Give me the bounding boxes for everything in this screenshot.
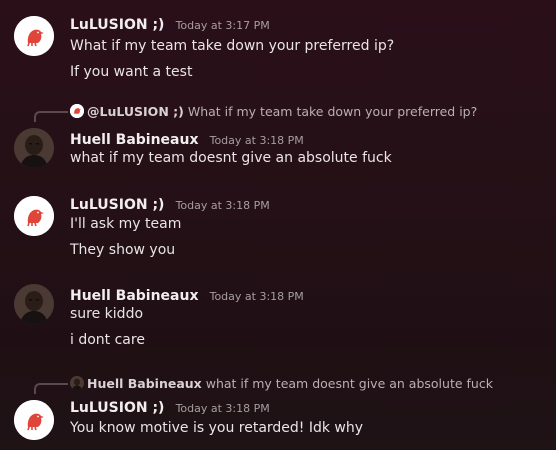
author-name[interactable]: LuLUSION ;) bbox=[70, 17, 164, 33]
message-text: I'll ask my team bbox=[70, 216, 182, 232]
huell-avatar-icon[interactable] bbox=[14, 284, 54, 324]
message-text: i dont care bbox=[70, 332, 145, 348]
reply-preview[interactable]: @LuLUSION ;) What if my team take down y… bbox=[70, 104, 477, 119]
message-text: If you want a test bbox=[70, 64, 193, 80]
timestamp[interactable]: Today at 3:17 PM bbox=[176, 19, 270, 32]
timestamp[interactable]: Today at 3:18 PM bbox=[176, 402, 270, 415]
lulusion-mini-avatar-icon bbox=[70, 104, 84, 118]
lulusion-avatar-icon[interactable] bbox=[14, 400, 54, 440]
reply-author: Huell Babineaux bbox=[87, 376, 202, 391]
huell-mini-avatar-icon bbox=[70, 376, 84, 390]
lulusion-avatar-icon[interactable] bbox=[14, 16, 54, 56]
author-name[interactable]: LuLUSION ;) bbox=[70, 197, 164, 213]
huell-avatar-icon[interactable] bbox=[14, 128, 54, 168]
timestamp[interactable]: Today at 3:18 PM bbox=[176, 199, 270, 212]
reply-spine bbox=[34, 111, 68, 122]
reply-preview[interactable]: Huell Babineaux what if my team doesnt g… bbox=[70, 376, 493, 391]
message-text: sure kiddo bbox=[70, 306, 144, 322]
author-name[interactable]: LuLUSION ;) bbox=[70, 400, 164, 416]
timestamp[interactable]: Today at 3:18 PM bbox=[210, 134, 304, 147]
reply-author: @LuLUSION ;) bbox=[87, 104, 184, 119]
reply-text: what if my team doesnt give an absolute … bbox=[205, 376, 493, 391]
message-text: They show you bbox=[70, 242, 176, 258]
message-text: what if my team doesnt give an absolute … bbox=[70, 150, 392, 166]
author-name[interactable]: Huell Babineaux bbox=[70, 132, 199, 148]
message-text: What if my team take down your preferred… bbox=[70, 38, 395, 54]
reply-spine bbox=[34, 383, 68, 394]
lulusion-avatar-icon[interactable] bbox=[14, 196, 54, 236]
timestamp[interactable]: Today at 3:18 PM bbox=[210, 290, 304, 303]
reply-text: What if my team take down your preferred… bbox=[187, 104, 478, 119]
author-name[interactable]: Huell Babineaux bbox=[70, 288, 199, 304]
message-text: You know motive is you retarded! Idk why bbox=[70, 420, 364, 436]
